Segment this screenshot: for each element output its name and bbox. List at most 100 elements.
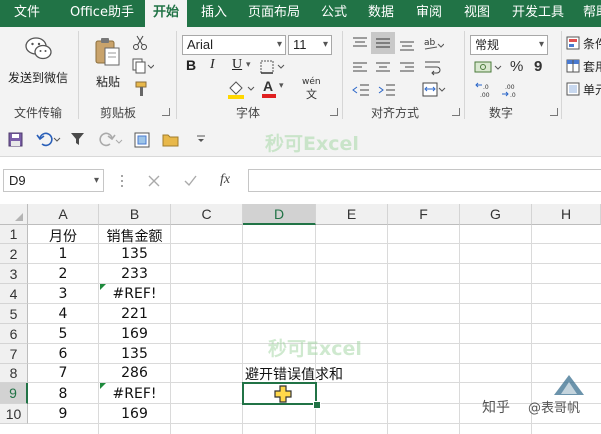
increase-indent-icon[interactable] — [378, 83, 396, 97]
customize-toolbar-icon[interactable] — [196, 134, 206, 144]
cancel-entry-icon[interactable] — [148, 175, 160, 187]
cell-a10[interactable]: 9 — [28, 406, 98, 422]
drag-handle-icon[interactable] — [120, 173, 124, 189]
alignment-launcher-icon[interactable] — [452, 108, 460, 116]
column-header-h[interactable]: H — [532, 204, 601, 225]
name-box[interactable]: D9 ▾ — [3, 169, 104, 192]
tab-insert[interactable]: 插入 — [201, 0, 227, 27]
cell-b5[interactable]: 221 — [99, 306, 170, 322]
conditional-formatting-button[interactable]: 条件 — [566, 34, 601, 52]
format-as-table-button[interactable]: 套用 — [566, 57, 601, 75]
row-header-1[interactable]: 1 — [0, 225, 28, 244]
row-header-4[interactable]: 4 — [0, 284, 28, 304]
row-header-5[interactable]: 5 — [0, 304, 28, 324]
save-icon[interactable] — [8, 132, 23, 147]
percent-button[interactable]: % — [510, 58, 523, 75]
font-size-dropdown[interactable]: 11 ▾ — [288, 35, 332, 55]
column-header-c[interactable]: C — [171, 204, 243, 225]
tab-data[interactable]: 数据 — [368, 0, 394, 27]
comma-style-button[interactable]: 9 — [534, 58, 542, 75]
filter-icon[interactable] — [70, 132, 85, 147]
cell-b2[interactable]: 135 — [99, 246, 170, 262]
align-center-icon[interactable] — [375, 61, 391, 75]
row-header-9[interactable]: 9 — [0, 383, 28, 404]
number-format-dropdown[interactable]: 常规 ▾ — [470, 35, 548, 55]
cell-b6[interactable]: 169 — [99, 326, 170, 342]
column-header-b[interactable]: B — [99, 204, 171, 225]
row-header-2[interactable]: 2 — [0, 244, 28, 264]
tab-view[interactable]: 视图 — [464, 0, 490, 27]
cell-a3[interactable]: 2 — [28, 266, 98, 282]
phonetic-button[interactable]: wén 文 — [300, 77, 330, 101]
italic-button[interactable]: I — [210, 57, 215, 73]
redo-icon[interactable] — [98, 132, 124, 147]
cell-a6[interactable]: 5 — [28, 326, 98, 342]
cell-b1[interactable]: 销售金额 — [99, 226, 170, 246]
cell-a9[interactable]: 8 — [28, 386, 98, 402]
tab-page-layout[interactable]: 页面布局 — [248, 0, 300, 27]
paste-button[interactable]: 粘贴 — [90, 33, 126, 93]
fill-handle[interactable] — [313, 401, 321, 409]
decrease-indent-icon[interactable] — [352, 83, 370, 97]
text-orientation-icon[interactable]: ab — [422, 34, 444, 52]
font-name-dropdown[interactable]: Arial ▾ — [182, 35, 286, 55]
row-header-3[interactable]: 3 — [0, 264, 28, 284]
bold-button[interactable]: B — [186, 57, 196, 73]
tab-formulas[interactable]: 公式 — [321, 0, 347, 27]
cell-b8[interactable]: 286 — [99, 365, 170, 381]
formula-input[interactable] — [248, 169, 601, 192]
merge-center-icon[interactable] — [422, 82, 446, 98]
format-painter-icon[interactable] — [134, 81, 150, 97]
underline-button[interactable]: U — [232, 57, 242, 73]
number-launcher-icon[interactable] — [550, 108, 558, 116]
row-header-10[interactable]: 10 — [0, 404, 28, 424]
cell-b10[interactable]: 169 — [99, 406, 170, 422]
copy-icon[interactable] — [132, 58, 154, 74]
cell-d8[interactable]: 避开错误值求和 — [245, 364, 343, 384]
insert-function-button[interactable]: fx — [220, 172, 230, 188]
cut-icon[interactable] — [132, 35, 148, 51]
tab-file[interactable]: 文件 — [14, 0, 40, 27]
font-color-button[interactable]: A ▾ — [262, 78, 288, 98]
clipboard-launcher-icon[interactable] — [162, 108, 170, 116]
chevron-down-icon[interactable]: ▾ — [246, 60, 251, 70]
align-top-icon[interactable] — [352, 37, 368, 51]
cell-b4[interactable]: #REF! — [99, 286, 170, 302]
column-header-f[interactable]: F — [388, 204, 460, 225]
fill-color-icon[interactable] — [226, 79, 256, 99]
row-header-6[interactable]: 6 — [0, 324, 28, 344]
cell-styles-button[interactable]: 单元 — [566, 80, 601, 98]
undo-icon[interactable] — [36, 132, 62, 147]
send-to-wechat-button[interactable]: 发送到微信 — [6, 33, 74, 91]
cell-b9[interactable]: #REF! — [99, 386, 170, 402]
align-bottom-icon[interactable] — [399, 37, 415, 51]
column-header-g[interactable]: G — [460, 204, 532, 225]
font-launcher-icon[interactable] — [330, 108, 338, 116]
screenshot-icon[interactable] — [134, 132, 150, 148]
decrease-decimal-icon[interactable]: .00 .0 — [500, 81, 522, 99]
column-header-d[interactable]: D — [243, 204, 316, 225]
borders-icon[interactable] — [260, 60, 286, 74]
select-all-button[interactable] — [0, 204, 28, 225]
tab-developer[interactable]: 开发工具 — [512, 0, 564, 27]
cell-a4[interactable]: 3 — [28, 286, 98, 302]
cell-b7[interactable]: 135 — [99, 346, 170, 362]
open-folder-icon[interactable] — [162, 132, 179, 147]
cell-a8[interactable]: 7 — [28, 365, 98, 381]
wrap-text-icon[interactable] — [424, 60, 442, 76]
row-header-8[interactable]: 8 — [0, 364, 28, 383]
cell-a7[interactable]: 6 — [28, 346, 98, 362]
cell-a2[interactable]: 1 — [28, 246, 98, 262]
increase-decimal-icon[interactable]: .0 .00 — [474, 81, 496, 99]
cell-b3[interactable]: 233 — [99, 266, 170, 282]
accounting-format-icon[interactable] — [474, 59, 504, 77]
tab-help[interactable]: 帮助 — [583, 0, 601, 27]
align-left-icon[interactable] — [352, 61, 368, 75]
column-header-e[interactable]: E — [316, 204, 388, 225]
tab-home[interactable]: 开始 — [145, 0, 188, 27]
cell-a1[interactable]: 月份 — [28, 226, 98, 246]
confirm-entry-icon[interactable] — [184, 175, 197, 187]
column-header-a[interactable]: A — [28, 204, 99, 225]
align-middle-button[interactable] — [371, 32, 395, 54]
row-header-7[interactable]: 7 — [0, 344, 28, 364]
